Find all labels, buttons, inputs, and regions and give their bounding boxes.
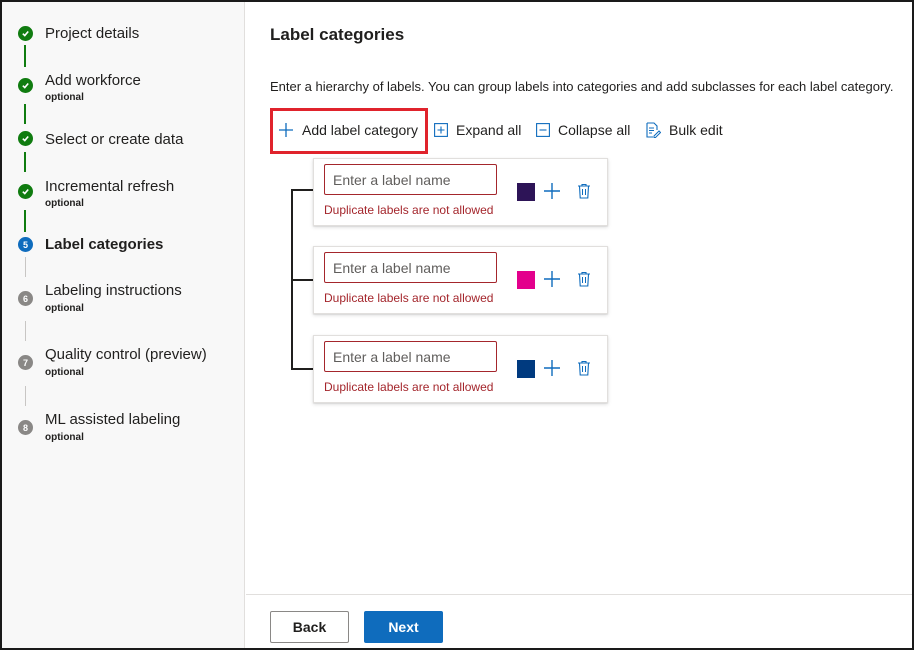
step-subtitle: optional <box>45 92 84 103</box>
add-subclass-icon[interactable] <box>543 359 561 377</box>
label-color-swatch[interactable] <box>517 360 535 378</box>
check-icon <box>18 184 33 199</box>
label-color-swatch[interactable] <box>517 183 535 201</box>
add-subclass-icon[interactable] <box>543 270 561 288</box>
step-title: ML assisted labeling <box>45 411 181 428</box>
step-connector <box>24 210 26 232</box>
step-number-badge: 8 <box>18 420 33 435</box>
step-title: Add workforce <box>45 72 141 89</box>
label-name-input[interactable] <box>324 164 497 195</box>
step-number-badge: 7 <box>18 355 33 370</box>
error-message: Duplicate labels are not allowed <box>324 291 494 305</box>
step-connector <box>24 104 26 124</box>
step-subtitle: optional <box>45 198 84 209</box>
step-title: Incremental refresh <box>45 178 175 195</box>
step-connector <box>24 45 26 67</box>
step-title: Label categories <box>45 236 164 253</box>
label-card: Duplicate labels are not allowed <box>313 158 608 226</box>
step-title: Quality control (preview) <box>45 346 207 363</box>
expand-all-label: Expand all <box>456 122 522 138</box>
page-title: Label categories <box>270 25 405 44</box>
tree-connector <box>291 279 315 281</box>
step-subtitle: optional <box>45 432 84 443</box>
step-title: Project details <box>45 25 140 42</box>
app-window: Project details Add workforce optional S… <box>0 0 914 650</box>
trash-icon[interactable] <box>576 359 592 377</box>
expand-square-icon <box>434 123 448 137</box>
step-subtitle: optional <box>45 367 84 378</box>
check-icon <box>18 26 33 41</box>
trash-icon[interactable] <box>576 270 592 288</box>
bulk-edit-button[interactable]: Bulk edit <box>645 108 723 152</box>
collapse-all-button[interactable]: Collapse all <box>536 108 630 152</box>
highlight-box <box>270 108 428 154</box>
step-number-badge: 6 <box>18 291 33 306</box>
add-subclass-icon[interactable] <box>543 182 561 200</box>
tree-connector <box>291 189 315 191</box>
page-description: Enter a hierarchy of labels. You can gro… <box>270 79 894 94</box>
label-color-swatch[interactable] <box>517 271 535 289</box>
next-button[interactable]: Next <box>364 611 443 643</box>
label-card: Duplicate labels are not allowed <box>313 335 608 403</box>
label-card: Duplicate labels are not allowed <box>313 246 608 314</box>
main-panel: Label categories Enter a hierarchy of la… <box>246 2 912 648</box>
tree-connector <box>291 368 315 370</box>
document-edit-icon <box>645 122 661 138</box>
step-connector <box>25 321 26 341</box>
trash-icon[interactable] <box>576 182 592 200</box>
check-icon <box>18 78 33 93</box>
expand-all-button[interactable]: Expand all <box>434 108 521 152</box>
step-connector <box>24 152 26 172</box>
label-name-input[interactable] <box>324 252 497 283</box>
error-message: Duplicate labels are not allowed <box>324 203 494 217</box>
collapse-square-icon <box>536 123 550 137</box>
wizard-sidebar: Project details Add workforce optional S… <box>2 2 245 648</box>
error-message: Duplicate labels are not allowed <box>324 380 494 394</box>
step-subtitle: optional <box>45 303 84 314</box>
step-number-badge: 5 <box>18 237 33 252</box>
step-title: Select or create data <box>45 131 184 148</box>
bulk-edit-label: Bulk edit <box>669 122 723 138</box>
label-name-input[interactable] <box>324 341 497 372</box>
step-connector <box>25 386 26 406</box>
back-button[interactable]: Back <box>270 611 349 643</box>
footer-divider <box>246 594 912 595</box>
step-connector <box>25 257 26 277</box>
collapse-all-label: Collapse all <box>558 122 631 138</box>
step-title: Labeling instructions <box>45 282 182 299</box>
check-icon <box>18 131 33 146</box>
